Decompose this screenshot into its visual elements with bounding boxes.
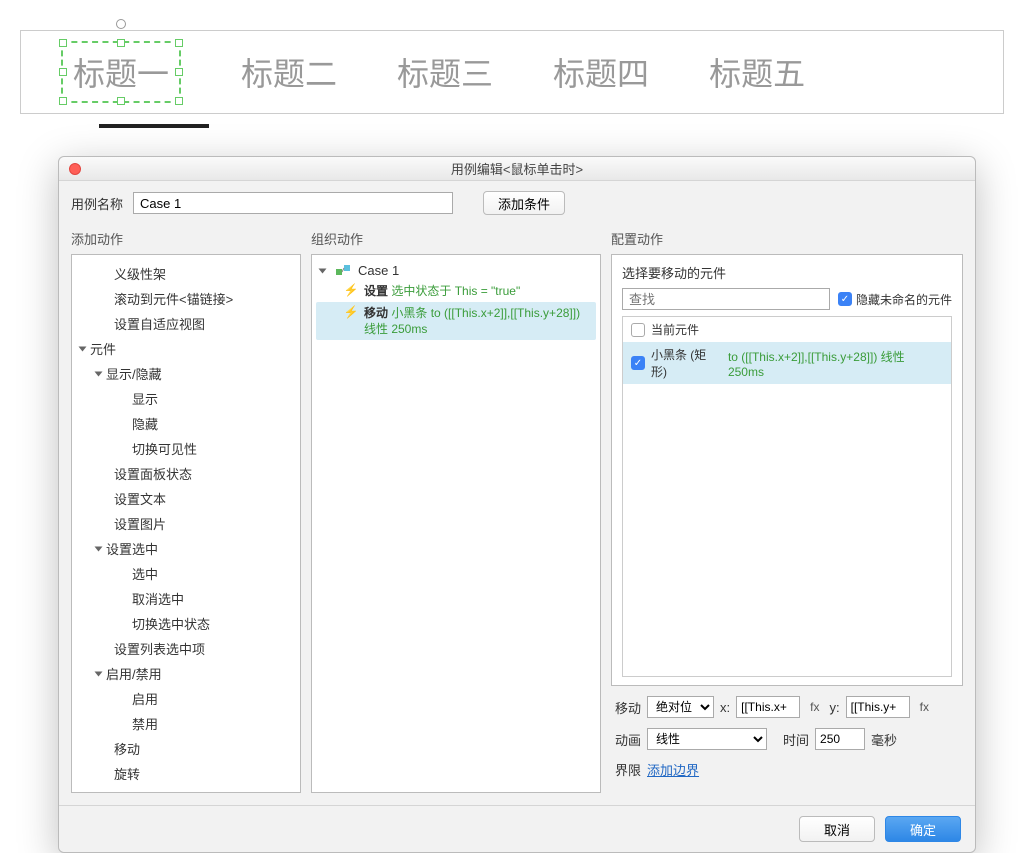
ok-button[interactable]: 确定 xyxy=(885,816,961,842)
tree-node[interactable]: 旋转 xyxy=(72,761,300,786)
y-label: y: xyxy=(829,700,839,715)
time-input[interactable] xyxy=(815,728,865,750)
tree-node[interactable]: 元件 xyxy=(72,336,300,361)
time-unit: 毫秒 xyxy=(871,730,897,749)
tabs-header: 标题一 标题二 标题三 标题四 标题五 xyxy=(20,30,1004,114)
tree-node[interactable]: 移动 xyxy=(72,736,300,761)
actions-tree-panel: 义级性架滚动到元件<锚链接>设置自适应视图元件显示/隐藏显示隐藏切换可见性设置面… xyxy=(71,254,301,793)
tab-label: 标题一 xyxy=(73,56,169,92)
checkbox-checked-icon xyxy=(838,292,852,306)
x-input[interactable] xyxy=(736,696,800,718)
tab-4[interactable]: 标题四 xyxy=(553,49,649,95)
actions-tree[interactable]: 义级性架滚动到元件<锚链接>设置自适应视图元件显示/隐藏显示隐藏切换可见性设置面… xyxy=(72,255,300,792)
checkbox-unchecked-icon[interactable] xyxy=(631,323,645,337)
tree-node[interactable]: 设置图片 xyxy=(72,511,300,536)
action-row[interactable]: 设置 选中状态于 This = "true" xyxy=(316,280,596,302)
chevron-down-icon[interactable] xyxy=(319,268,327,273)
anim-label: 动画 xyxy=(615,730,641,749)
case-editor-dialog: 用例编辑<鼠标单击时> 用例名称 添加条件 添加动作 义级性架滚动到元件<锚链接… xyxy=(58,156,976,853)
select-element-label: 选择要移动的元件 xyxy=(622,263,952,282)
right-col-title: 配置动作 xyxy=(611,225,963,254)
anim-type-select[interactable]: 线性 xyxy=(647,728,767,750)
chevron-down-icon[interactable] xyxy=(95,371,103,376)
move-type-select[interactable]: 绝对位 xyxy=(647,696,714,718)
tree-node[interactable]: 义级性架 xyxy=(72,261,300,286)
tab-5[interactable]: 标题五 xyxy=(709,49,805,95)
tree-node[interactable]: 隐藏 xyxy=(72,411,300,436)
time-label: 时间 xyxy=(783,730,809,749)
fx-y-button[interactable]: fx xyxy=(916,700,933,714)
x-label: x: xyxy=(720,700,730,715)
case-name-text: Case 1 xyxy=(358,263,399,278)
tree-node[interactable]: 显示 xyxy=(72,386,300,411)
rotate-handle-icon[interactable] xyxy=(116,19,126,29)
close-icon[interactable] xyxy=(69,163,81,175)
tree-node[interactable]: 选中 xyxy=(72,561,300,586)
element-row[interactable]: 小黑条 (矩形) to ([[This.x+2]],[[This.y+28]])… xyxy=(623,342,951,384)
tab-2[interactable]: 标题二 xyxy=(241,49,337,95)
chevron-down-icon[interactable] xyxy=(95,546,103,551)
tree-node[interactable]: 禁用 xyxy=(72,711,300,736)
search-input[interactable] xyxy=(622,288,830,310)
tab-3[interactable]: 标题三 xyxy=(397,49,493,95)
tab-1-selected[interactable]: 标题一 xyxy=(61,41,181,103)
case-row[interactable]: Case 1 xyxy=(316,261,596,280)
dialog-titlebar: 用例编辑<鼠标单击时> xyxy=(59,157,975,181)
move-label: 移动 xyxy=(615,698,641,717)
tree-node[interactable]: 设置列表选中项 xyxy=(72,636,300,661)
action-row[interactable]: 移动 小黑条 to ([[This.x+2]],[[This.y+28]]) 线… xyxy=(316,302,596,340)
bolt-icon xyxy=(344,283,358,297)
tree-node[interactable]: 滚动到元件<锚链接> xyxy=(72,286,300,311)
tree-node[interactable]: 切换选中状态 xyxy=(72,611,300,636)
tree-node[interactable]: 切换可见性 xyxy=(72,436,300,461)
configure-action-panel: 选择要移动的元件 隐藏未命名的元件 当前元件小黑条 (矩形) to ([[Thi… xyxy=(611,254,963,686)
tree-node[interactable]: 设置选中 xyxy=(72,536,300,561)
add-bounds-link[interactable]: 添加边界 xyxy=(647,760,699,779)
tree-node[interactable]: 启用/禁用 xyxy=(72,661,300,686)
chevron-down-icon[interactable] xyxy=(95,671,103,676)
element-row[interactable]: 当前元件 xyxy=(623,317,951,342)
cancel-button[interactable]: 取消 xyxy=(799,816,875,842)
case-name-label: 用例名称 xyxy=(71,194,123,213)
dialog-title: 用例编辑<鼠标单击时> xyxy=(451,159,583,178)
chevron-down-icon[interactable] xyxy=(79,346,87,351)
case-icon xyxy=(336,265,352,277)
tree-node[interactable]: 设置文本 xyxy=(72,486,300,511)
checkbox-checked-icon[interactable] xyxy=(631,356,645,370)
tree-node[interactable]: 启用 xyxy=(72,686,300,711)
case-name-input[interactable] xyxy=(133,192,453,214)
bolt-icon xyxy=(344,305,358,319)
element-list[interactable]: 当前元件小黑条 (矩形) to ([[This.x+2]],[[This.y+2… xyxy=(622,316,952,677)
hide-unnamed-checkbox[interactable]: 隐藏未命名的元件 xyxy=(838,291,952,308)
organize-actions-panel: Case 1 设置 选中状态于 This = "true"移动 小黑条 to (… xyxy=(311,254,601,793)
tree-node[interactable]: 设置面板状态 xyxy=(72,461,300,486)
tree-node[interactable]: 设置自适应视图 xyxy=(72,311,300,336)
underline-indicator xyxy=(99,124,209,128)
tree-node[interactable]: 显示/隐藏 xyxy=(72,361,300,386)
mid-col-title: 组织动作 xyxy=(311,225,601,254)
tree-node[interactable]: 取消选中 xyxy=(72,586,300,611)
left-col-title: 添加动作 xyxy=(71,225,301,254)
bounds-label: 界限 xyxy=(615,760,641,779)
y-input[interactable] xyxy=(846,696,910,718)
fx-x-button[interactable]: fx xyxy=(806,700,823,714)
add-condition-button[interactable]: 添加条件 xyxy=(483,191,565,215)
